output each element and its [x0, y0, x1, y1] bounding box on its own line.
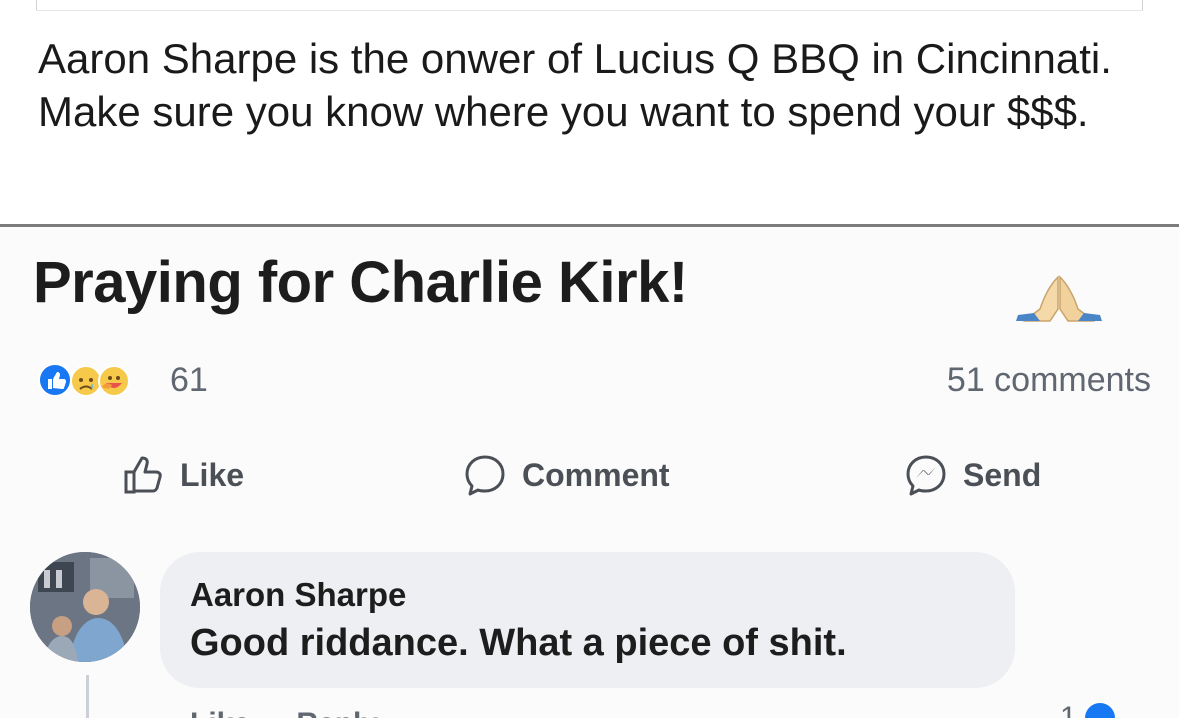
like-icon — [38, 363, 72, 397]
embedded-facebook-screenshot: Praying for Charlie Kirk! 61 51 comments… — [0, 227, 1179, 718]
card-border-bottom — [36, 10, 1143, 11]
care-icon — [98, 365, 130, 397]
post-caption: Aaron Sharpe is the onwer of Lucius Q BB… — [38, 35, 1112, 135]
reaction-icons — [36, 361, 166, 399]
folded-hands-icon — [1016, 275, 1102, 322]
comment-like-link[interactable]: Like — [190, 707, 250, 718]
reaction-count: 61 — [170, 360, 208, 399]
post-title: Praying for Charlie Kirk! — [33, 250, 688, 315]
card-border-left — [36, 0, 37, 10]
comment: Aaron Sharpe Good riddance. What a piece… — [0, 547, 1179, 718]
sad-icon — [70, 365, 102, 397]
send-button-label: Send — [963, 456, 1042, 493]
post-action-bar: Like Comment Send — [0, 445, 1179, 505]
like-icon — [1084, 703, 1115, 718]
like-button-label: Like — [180, 456, 245, 493]
comment-text: Good riddance. What a piece of shit. — [190, 622, 847, 664]
comment-actions: Like Reply — [190, 707, 416, 718]
comment-reaction-count: 1 — [1060, 701, 1077, 718]
comments-count-link[interactable]: 51 comments — [947, 361, 1151, 400]
comment-reply-link[interactable]: Reply — [296, 707, 378, 718]
comment-author[interactable]: Aaron Sharpe — [190, 576, 406, 614]
comment-button[interactable]: Comment — [462, 445, 670, 505]
comment-bubble: Aaron Sharpe Good riddance. What a piece… — [160, 552, 1015, 688]
comment-button-label: Comment — [522, 456, 670, 493]
send-button[interactable]: Send — [903, 445, 1041, 505]
card-border-right — [1142, 0, 1143, 10]
thumbs-up-icon — [124, 456, 162, 494]
comment-reaction-summary[interactable]: 1 — [1060, 701, 1117, 718]
messenger-icon — [906, 455, 946, 496]
comment-bubble-icon — [465, 455, 505, 496]
thread-line — [86, 675, 89, 718]
reactions-summary[interactable]: 61 — [36, 361, 208, 399]
like-button[interactable]: Like — [120, 445, 244, 505]
avatar[interactable] — [30, 552, 140, 662]
